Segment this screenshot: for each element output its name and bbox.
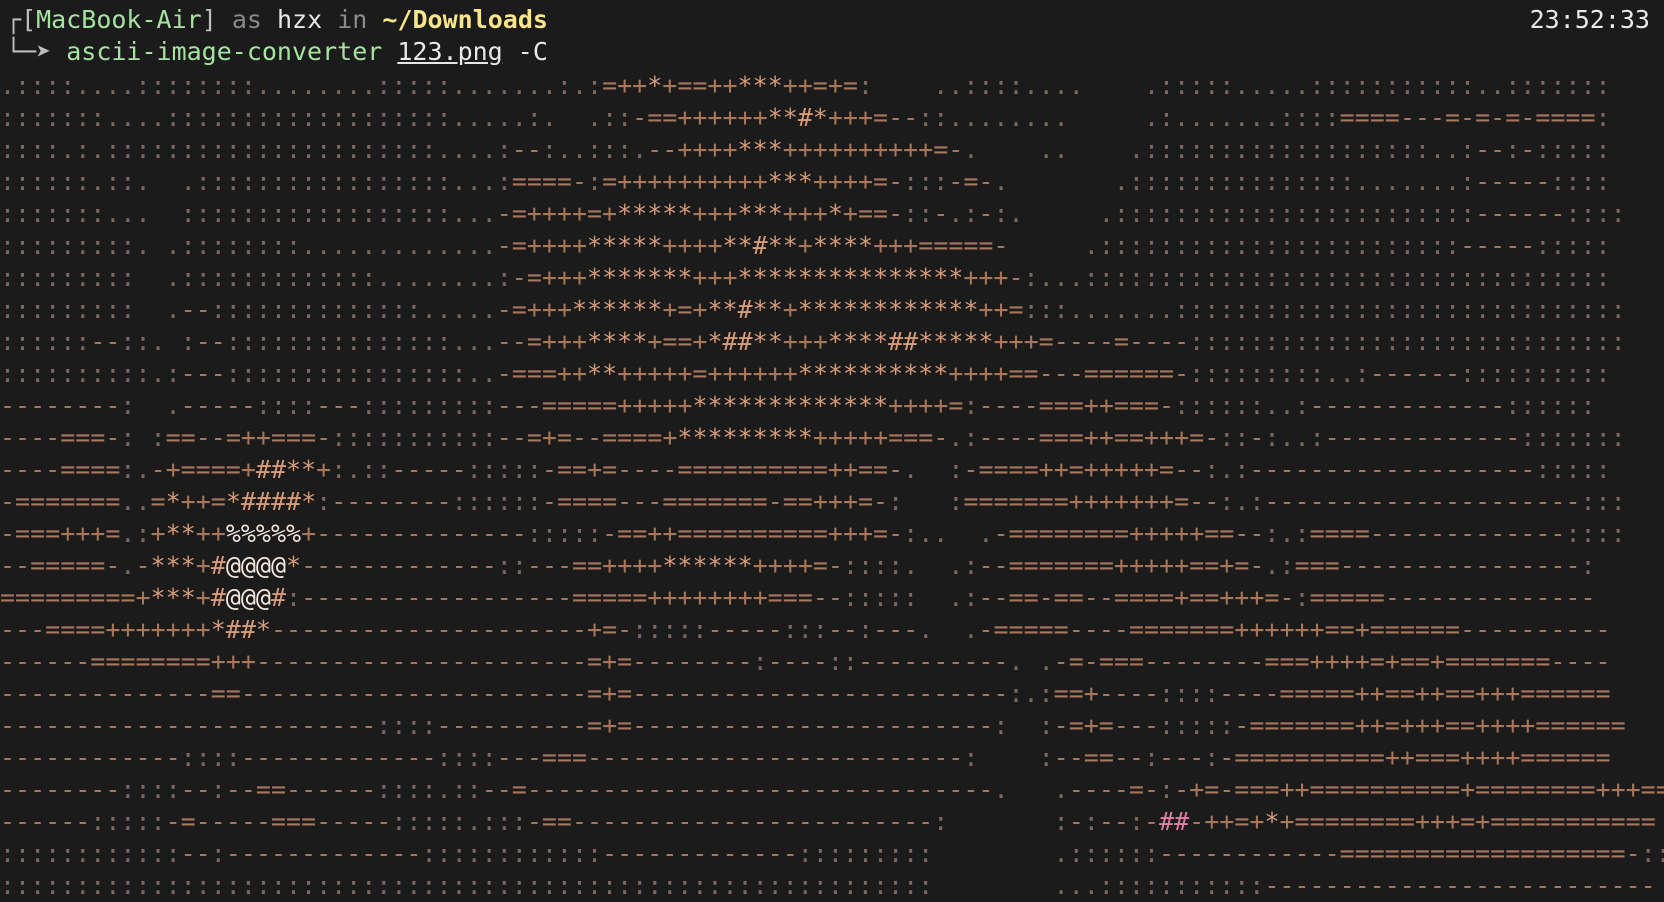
ascii-row: ::::::::::::::::::::::::::::::::::::::::… — [0, 871, 1656, 900]
ascii-row: ::::::::::::--:-------------::::::::::::… — [0, 839, 1664, 868]
command-flag: -C — [517, 37, 548, 66]
prompt-corner: ┌ — [6, 5, 22, 34]
ascii-row: ------========+++----------------------=… — [0, 647, 1611, 676]
ascii-row: ::::.:.::::::::::::::::::::::....:--:..:… — [0, 135, 1611, 164]
ascii-row: --------::::--:--==------::::.::--=-----… — [0, 775, 1664, 804]
ascii-row: --=====-.-***+#@@@@*-------------::---==… — [0, 551, 1596, 580]
ascii-row: ::::::.::. .:::::::::::::::::...:====-:=… — [0, 167, 1611, 196]
ascii-row: :::::::::. .::::::::.............-=++++*… — [0, 231, 1611, 260]
ascii-row: ----====:.-+====+##**+:.::-----:::::-==+… — [0, 455, 1611, 484]
username: hzx — [277, 5, 323, 34]
ascii-row: -===+++=.:+**++%%%%%+--------------:::::… — [0, 519, 1626, 548]
ascii-row: ::::::::: .:::::::::::::........:-=+++**… — [0, 263, 1611, 292]
in-word: in — [337, 5, 368, 34]
ascii-row: -------------------------::::----------=… — [0, 711, 1626, 740]
ascii-row: ::::::::: .--::::::::::::::.....-=+++***… — [0, 295, 1626, 324]
ascii-row: ----===-: :==--=++===-:::::::::::--=+=--… — [0, 423, 1626, 452]
ascii-row: =========+***+#@@@#:------------------==… — [0, 583, 1596, 612]
command-argument: 123.png — [397, 37, 503, 66]
ascii-row: ::::::::::.:---::::::::::::::::..-===++*… — [0, 359, 1611, 388]
ascii-row: ---====+++++++*##*---------------------+… — [0, 615, 1611, 644]
prompt-line-info: ┌[MacBook-Air] as hzx in ~/Downloads — [6, 4, 548, 36]
ascii-row: .::::....::::::::........:::::.......:.:… — [0, 71, 1611, 100]
ascii-row: --------------==-----------------------=… — [0, 679, 1611, 708]
prompt-arrow-icon: └─➤ — [6, 37, 67, 66]
ascii-row: -=======..=*++=*####*:--------::::::-===… — [0, 487, 1626, 516]
bracket-open: [ — [21, 5, 37, 34]
ascii-row: :::::::... ::::::::::::::::::...-=++++=+… — [0, 199, 1626, 228]
as-word: as — [231, 5, 262, 34]
current-directory: ~/Downloads — [382, 5, 548, 34]
ascii-art-output: .::::....::::::::........:::::.......:.:… — [0, 70, 1664, 902]
command-name: ascii-image-converter — [66, 37, 383, 66]
bracket-close: ] — [201, 5, 217, 34]
ascii-row: ------------::::-------------::::---===-… — [0, 743, 1611, 772]
ascii-row: --------: .-----::::---:::::::::---=====… — [0, 391, 1596, 420]
prompt-line-command[interactable]: └─➤ ascii-image-converter 123.png -C — [6, 36, 548, 68]
ascii-row: ------:::::-=-----===-----:::::.:::-==--… — [0, 807, 1656, 836]
ascii-row: :::::::....:::::::::::::::::::.....:. .:… — [0, 103, 1611, 132]
hostname: MacBook-Air — [36, 5, 202, 34]
ascii-row: ::::::--::. :--:::::::::::::::...--=+++*… — [0, 327, 1626, 356]
prompt-clock: 23:52:33 — [1529, 5, 1650, 34]
